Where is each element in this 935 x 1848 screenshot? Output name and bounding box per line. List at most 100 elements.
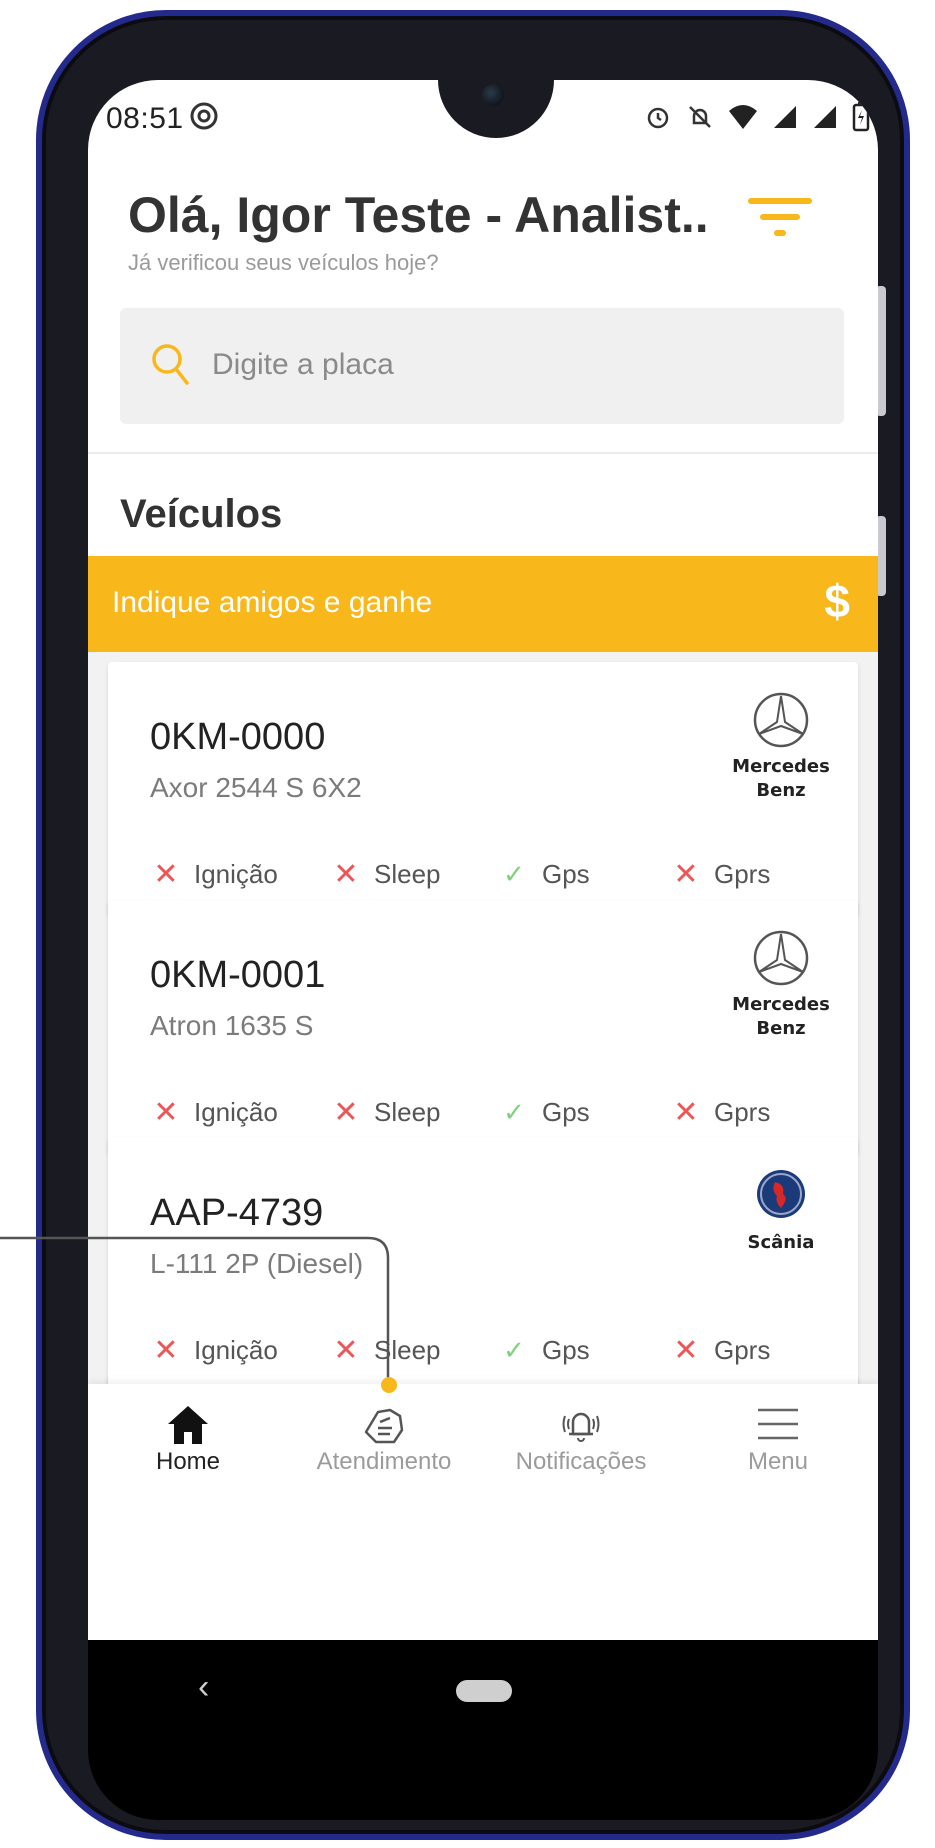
vehicle-list[interactable]: 0KM-0000 Axor 2544 S 6X2 Mercedes Benz ✕ Igni… xyxy=(88,652,878,1384)
brand-logo: Mercedes Benz xyxy=(716,928,846,1048)
brand-name: Scânia xyxy=(747,1232,815,1253)
status-item: ✕ Gprs xyxy=(666,1092,770,1132)
status-label: Gps xyxy=(542,1096,590,1127)
vehicle-plate: AAP-4739 xyxy=(150,1192,324,1234)
mercedes-star-icon xyxy=(716,928,846,993)
hamburger-menu-icon xyxy=(754,1402,802,1448)
bottom-tab-bar: Home Atendimento Notificações Menu xyxy=(88,1384,878,1492)
alarm-icon xyxy=(644,103,672,137)
check-icon: ✓ xyxy=(503,858,525,889)
brand-name: Mercedes xyxy=(732,994,830,1015)
tab-home-label: Home xyxy=(155,1448,221,1475)
handshake-icon xyxy=(360,1402,408,1448)
status-label: Ignição xyxy=(194,1096,278,1127)
app-screen: 08:51 Olá, Igor Teste - Analist.. Já ver… xyxy=(88,80,878,1640)
search-placeholder: Digite a placa xyxy=(212,348,394,381)
tab-menu-label: Menu xyxy=(747,1448,809,1475)
vehicle-model: Axor 2544 S 6X2 xyxy=(150,772,362,803)
vehicle-card[interactable]: 0KM-0001 Atron 1635 S Mercedes Benz ✕ Ignição… xyxy=(108,900,858,1154)
system-nav-bar: ‹ xyxy=(88,1640,878,1820)
wifi-icon xyxy=(728,103,758,137)
status-label: Sleep xyxy=(374,1096,441,1127)
search-input[interactable]: Digite a placa xyxy=(120,308,844,424)
display-notch xyxy=(438,80,554,138)
tab-notificacoes-label: Notificações xyxy=(515,1448,647,1475)
status-item: ✕ Ignição xyxy=(146,1092,278,1132)
tab-atendimento-label: Atendimento xyxy=(316,1448,452,1475)
battery-icon xyxy=(852,102,870,138)
tab-notificacoes[interactable]: Notificações xyxy=(481,1384,681,1492)
status-item: ✕ Gprs xyxy=(666,1330,770,1370)
status-label: Ignição xyxy=(194,1334,278,1365)
bell-ringing-icon xyxy=(557,1402,605,1448)
cross-icon: ✕ xyxy=(333,1333,359,1367)
status-label: Sleep xyxy=(374,1334,441,1365)
cross-icon: ✕ xyxy=(153,1333,179,1367)
status-item: ✓ Gps xyxy=(494,854,590,894)
signal-icon xyxy=(772,104,798,136)
back-button[interactable]: ‹ xyxy=(198,1668,209,1707)
status-item: ✓ Gps xyxy=(494,1092,590,1132)
cross-icon: ✕ xyxy=(673,1333,699,1367)
status-label: Ignição xyxy=(194,858,278,889)
status-row: ✕ Ignição ✕ Sleep ✓ Gps ✕ Gprs xyxy=(146,1330,826,1370)
scania-griffin-icon xyxy=(716,1166,846,1231)
status-label: Gprs xyxy=(714,1334,771,1365)
status-icons xyxy=(644,102,870,138)
dollar-icon: $ xyxy=(824,575,850,627)
tab-atendimento[interactable]: Atendimento xyxy=(284,1384,484,1492)
referral-banner-label: Indique amigos e ganhe xyxy=(112,586,433,619)
brand-name-line2: Benz xyxy=(756,780,806,801)
vehicle-card[interactable]: AAP-4739 L-111 2P (Diesel) Scânia ✕ Ignição ✕… xyxy=(108,1138,858,1384)
vehicle-model: Atron 1635 S xyxy=(150,1010,314,1041)
referral-banner[interactable]: Indique amigos e ganhe $ xyxy=(88,556,878,652)
status-item: ✕ Sleep xyxy=(326,1092,441,1132)
status-item: ✕ Ignição xyxy=(146,1330,278,1370)
cross-icon: ✕ xyxy=(333,1095,359,1129)
cross-icon: ✕ xyxy=(153,857,179,891)
divider xyxy=(88,452,878,454)
vehicle-card[interactable]: 0KM-0000 Axor 2544 S 6X2 Mercedes Benz ✕ Igni… xyxy=(108,662,858,916)
brand-logo: Mercedes Benz xyxy=(716,690,846,810)
filter-button[interactable] xyxy=(748,192,812,248)
cross-icon: ✕ xyxy=(153,1095,179,1129)
cross-icon: ✕ xyxy=(333,857,359,891)
cross-icon: ✕ xyxy=(673,857,699,891)
home-pill-button[interactable] xyxy=(456,1680,512,1702)
at-sign-icon xyxy=(188,100,220,132)
greeting-title: Olá, Igor Teste - Analist.. xyxy=(128,187,709,243)
cross-icon: ✕ xyxy=(673,1095,699,1129)
brand-name-line2: Benz xyxy=(756,1018,806,1039)
mute-icon xyxy=(686,103,714,137)
status-label: Gps xyxy=(542,858,590,889)
status-label: Gprs xyxy=(714,858,771,889)
status-row: ✕ Ignição ✕ Sleep ✓ Gps ✕ Gprs xyxy=(146,1092,826,1132)
mercedes-star-icon xyxy=(716,690,846,755)
front-camera xyxy=(482,84,504,106)
status-item: ✓ Gps xyxy=(494,1330,590,1370)
brand-logo: Scânia xyxy=(716,1166,846,1286)
vehicle-plate: 0KM-0001 xyxy=(150,954,326,996)
status-label: Gprs xyxy=(714,1096,771,1127)
signal-icon xyxy=(812,104,838,136)
vehicle-model: L-111 2P (Diesel) xyxy=(150,1248,364,1279)
brand-name: Mercedes xyxy=(732,756,830,777)
tab-menu[interactable]: Menu xyxy=(678,1384,878,1492)
greeting-subtitle: Já verificou seus veículos hoje? xyxy=(128,250,439,275)
check-icon: ✓ xyxy=(503,1096,525,1127)
check-icon: ✓ xyxy=(503,1334,525,1365)
status-item: ✕ Gprs xyxy=(666,854,770,894)
status-row: ✕ Ignição ✕ Sleep ✓ Gps ✕ Gprs xyxy=(146,854,826,894)
status-item: ✕ Sleep xyxy=(326,854,441,894)
tab-home[interactable]: Home xyxy=(88,1384,288,1492)
status-item: ✕ Sleep xyxy=(326,1330,441,1370)
status-time: 08:51 xyxy=(106,102,184,135)
vehicle-plate: 0KM-0000 xyxy=(150,716,326,758)
section-title: Veículos xyxy=(120,492,283,536)
vehicle-card[interactable] xyxy=(108,1376,858,1384)
status-label: Gps xyxy=(542,1334,590,1365)
search-icon xyxy=(150,342,190,388)
status-label: Sleep xyxy=(374,858,441,889)
home-icon xyxy=(164,1402,212,1448)
status-item: ✕ Ignição xyxy=(146,854,278,894)
